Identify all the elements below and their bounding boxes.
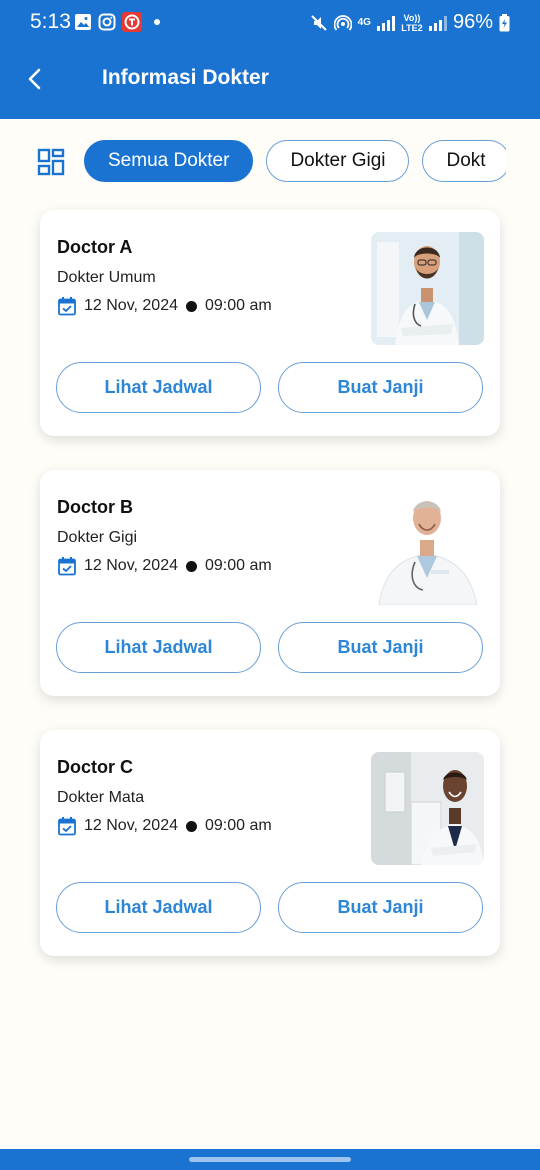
system-status: 4G Vo)) LTE2 96%: [310, 11, 510, 34]
schedule-date: 12 Nov, 2024: [84, 297, 178, 314]
network-4g-label: 4G: [357, 16, 371, 28]
doctor-name: Doctor B: [57, 497, 133, 517]
calendar-check-icon: [58, 817, 76, 836]
signal-2-icon: [428, 15, 447, 31]
book-appointment-button[interactable]: Buat Janji: [278, 622, 483, 673]
separator-dot: [186, 300, 197, 312]
doctor-card: Doctor B Dokter Gigi 12 Nov, 2024 09:00 …: [40, 470, 500, 696]
more-notifications-dot: [154, 19, 160, 25]
doctor-photo: [371, 492, 484, 605]
notification-icons: [74, 12, 160, 32]
schedule-time: 09:00 am: [205, 817, 272, 834]
chip-dokter-gigi[interactable]: Dokter Gigi: [266, 140, 410, 182]
status-bar: 5:13 4G Vo)) LTE2 96%: [0, 0, 540, 46]
gallery-icon: [75, 14, 91, 30]
instagram-icon: [98, 13, 116, 31]
doctor-specialty: Dokter Umum: [57, 269, 156, 286]
doctor-photo: [371, 232, 484, 345]
mute-icon: [310, 14, 327, 31]
doctor-schedule: 12 Nov, 2024 09:00 am: [57, 816, 272, 836]
system-nav-bar: [0, 1149, 540, 1170]
doctor-card: Doctor A Dokter Umum 12 Nov, 2024 09:00 …: [40, 210, 500, 436]
view-schedule-button[interactable]: Lihat Jadwal: [56, 622, 261, 673]
home-gesture-handle[interactable]: [189, 1157, 351, 1162]
page-title: Informasi Dokter: [102, 66, 269, 89]
hotspot-icon: [333, 14, 352, 31]
signal-icon: [376, 15, 395, 31]
schedule-date: 12 Nov, 2024: [84, 817, 178, 834]
book-appointment-button[interactable]: Buat Janji: [278, 362, 483, 413]
schedule-time: 09:00 am: [205, 557, 272, 574]
view-schedule-button[interactable]: Lihat Jadwal: [56, 882, 261, 933]
calendar-check-icon: [58, 557, 76, 576]
filter-chips: Semua Dokter Dokter Gigi Dokt: [84, 140, 506, 184]
status-time: 5:13: [30, 10, 71, 33]
book-appointment-button[interactable]: Buat Janji: [278, 882, 483, 933]
chevron-left-icon: [28, 68, 41, 90]
separator-dot: [186, 560, 197, 572]
doctor-schedule: 12 Nov, 2024 09:00 am: [57, 556, 272, 576]
battery-charging-icon: [499, 13, 510, 31]
back-button[interactable]: [20, 64, 50, 94]
doctor-photo: [371, 752, 484, 865]
grid-view-icon[interactable]: [37, 148, 65, 176]
app-notification-icon: [122, 12, 142, 32]
doctor-schedule: 12 Nov, 2024 09:00 am: [57, 296, 272, 316]
chip-semua-dokter[interactable]: Semua Dokter: [84, 140, 254, 182]
doctor-name: Doctor C: [57, 757, 133, 777]
doctor-card: Doctor C Dokter Mata 12 Nov, 2024 09:00 …: [40, 730, 500, 956]
chip-dokter-partial[interactable]: Dokt: [422, 140, 506, 182]
battery-percent: 96%: [452, 11, 493, 33]
app-header: 5:13 4G Vo)) LTE2 96% Informasi Dokter: [0, 0, 540, 119]
schedule-time: 09:00 am: [205, 297, 272, 314]
doctor-name: Doctor A: [57, 237, 133, 257]
filter-row: Semua Dokter Dokter Gigi Dokt: [0, 140, 540, 184]
calendar-check-icon: [58, 297, 76, 316]
schedule-date: 12 Nov, 2024: [84, 557, 178, 574]
separator-dot: [186, 820, 197, 832]
view-schedule-button[interactable]: Lihat Jadwal: [56, 362, 261, 413]
doctor-specialty: Dokter Mata: [57, 789, 145, 806]
doctor-specialty: Dokter Gigi: [57, 529, 138, 546]
volte-label: Vo)) LTE2: [401, 12, 423, 33]
